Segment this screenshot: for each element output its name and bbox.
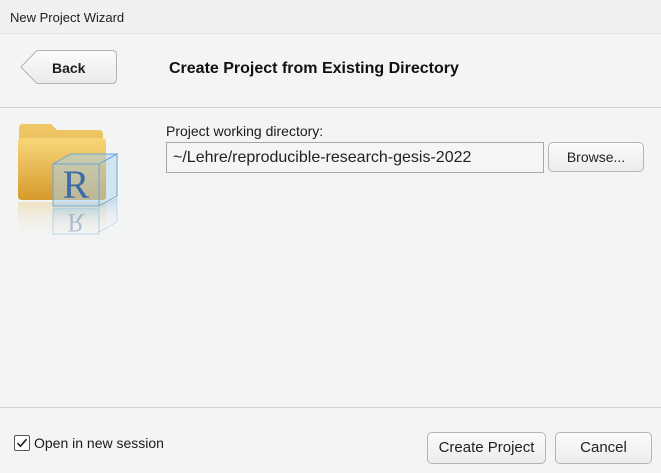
new-project-wizard-window: New Project Wizard Back Create Project f…: [0, 0, 661, 473]
create-project-button[interactable]: Create Project: [427, 432, 546, 464]
back-button[interactable]: Back: [20, 50, 117, 84]
project-directory-label: Project working directory:: [166, 123, 324, 139]
cancel-button[interactable]: Cancel: [555, 432, 652, 464]
open-new-session-label: Open in new session: [34, 435, 164, 451]
browse-button[interactable]: Browse...: [548, 142, 644, 172]
svg-text:R: R: [63, 162, 90, 207]
open-new-session-checkbox[interactable]: [14, 435, 30, 451]
project-directory-field[interactable]: [166, 142, 544, 173]
window-title: New Project Wizard: [10, 10, 125, 25]
title-bar: New Project Wizard: [0, 0, 661, 34]
svg-text:R: R: [67, 208, 85, 237]
page-title: Create Project from Existing Directory: [169, 60, 459, 77]
folder-r-project-icon: R R: [15, 118, 140, 258]
header-divider: [0, 107, 661, 108]
footer-divider: [0, 407, 661, 408]
checkmark-icon: [16, 438, 28, 448]
back-button-label: Back: [52, 60, 86, 76]
wizard-header: Back Create Project from Existing Direct…: [0, 34, 661, 107]
